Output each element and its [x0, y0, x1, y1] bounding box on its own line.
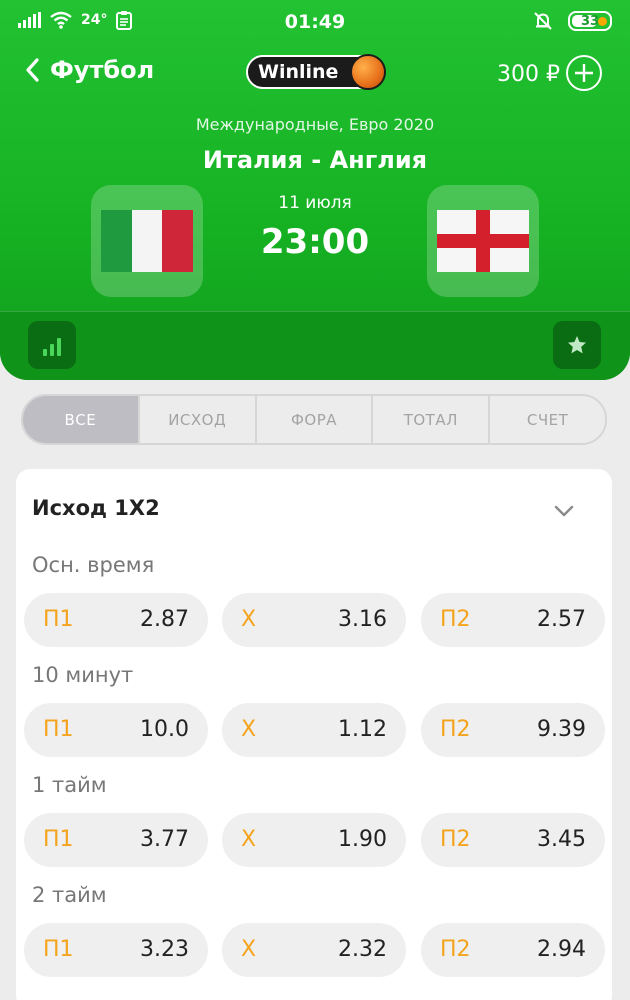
odd-value: 1.12: [338, 717, 387, 742]
section-label-second-half: 2 тайм: [32, 883, 107, 907]
statistics-button[interactable]: [28, 321, 76, 369]
match-teams: Италия - Англия: [202, 146, 428, 174]
odd-button-away[interactable]: П2 3.45: [421, 813, 605, 867]
odd-value: 9.39: [537, 717, 586, 742]
odd-button-home[interactable]: П1 3.77: [24, 813, 208, 867]
odd-key: X: [241, 827, 257, 852]
market-card: Исход 1X2 Осн. время П1 2.87 X 3.16 П2 2…: [16, 469, 612, 1000]
deposit-button[interactable]: [566, 55, 602, 91]
odd-key: П1: [43, 937, 74, 962]
odd-value: 3.77: [140, 827, 189, 852]
header-toolbar: [0, 311, 630, 380]
odd-value: 2.57: [537, 607, 586, 632]
odd-value: 3.16: [338, 607, 387, 632]
odd-button-draw[interactable]: X 2.32: [222, 923, 406, 977]
battery-level: 33: [580, 13, 600, 29]
odd-button-home[interactable]: П1 2.87: [24, 593, 208, 647]
odd-button-away[interactable]: П2 9.39: [421, 703, 605, 757]
odd-button-away[interactable]: П2 2.94: [421, 923, 605, 977]
odd-button-draw[interactable]: X 1.12: [222, 703, 406, 757]
odd-key: П1: [43, 827, 74, 852]
chevron-left-icon: [26, 58, 39, 82]
england-flag-icon: [437, 210, 529, 272]
odd-key: X: [241, 607, 257, 632]
brand-name: Winline: [258, 61, 339, 83]
odd-key: П2: [440, 827, 471, 852]
battery-icon: 33: [568, 11, 612, 31]
tab-handicap[interactable]: ФОРА: [257, 396, 374, 443]
odd-button-home[interactable]: П1 10.0: [24, 703, 208, 757]
odd-button-home[interactable]: П1 3.23: [24, 923, 208, 977]
odd-value: 2.94: [537, 937, 586, 962]
section-label-main-time: Осн. время: [32, 553, 155, 577]
section-label-10-minutes: 10 минут: [32, 663, 134, 687]
odd-button-away[interactable]: П2 2.57: [421, 593, 605, 647]
tab-total[interactable]: ТОТАЛ: [373, 396, 491, 443]
match-header: 24° 01:49 33 Футбол Winline 300 ₽ Междун…: [0, 0, 630, 380]
winline-logo: Winline: [246, 54, 386, 90]
away-team-flag[interactable]: [427, 185, 539, 297]
odd-key: X: [241, 717, 257, 742]
odd-button-draw[interactable]: X 3.16: [222, 593, 406, 647]
sport-title: Футбол: [50, 56, 155, 84]
section-label-first-half: 1 тайм: [32, 773, 107, 797]
odd-button-draw[interactable]: X 1.90: [222, 813, 406, 867]
odd-value: 3.45: [537, 827, 586, 852]
odd-key: П2: [440, 937, 471, 962]
odd-value: 2.87: [140, 607, 189, 632]
odd-key: X: [241, 937, 257, 962]
tab-outcome[interactable]: ИСХОД: [140, 396, 257, 443]
ball-icon: [350, 54, 386, 90]
odd-key: П1: [43, 717, 74, 742]
odd-value: 10.0: [140, 717, 189, 742]
plus-icon: [575, 64, 593, 82]
chevron-down-icon[interactable]: [552, 499, 576, 523]
odd-key: П1: [43, 607, 74, 632]
odd-value: 3.23: [140, 937, 189, 962]
market-title: Исход 1X2: [32, 496, 160, 520]
market-tabs: ВСЕ ИСХОД ФОРА ТОТАЛ СЧЕТ: [21, 394, 607, 445]
tab-all[interactable]: ВСЕ: [23, 396, 140, 443]
odd-key: П2: [440, 717, 471, 742]
league-name: Международные, Евро 2020: [195, 115, 435, 134]
status-bar: 24° 01:49 33: [0, 0, 630, 44]
mute-bell-icon: [534, 12, 552, 30]
star-icon: [568, 336, 586, 354]
odd-key: П2: [440, 607, 471, 632]
back-button[interactable]: Футбол: [24, 56, 154, 84]
balance[interactable]: 300 ₽: [497, 62, 560, 87]
favorite-button[interactable]: [553, 321, 601, 369]
tab-score[interactable]: СЧЕТ: [490, 396, 605, 443]
odd-value: 2.32: [338, 937, 387, 962]
odd-value: 1.90: [338, 827, 387, 852]
